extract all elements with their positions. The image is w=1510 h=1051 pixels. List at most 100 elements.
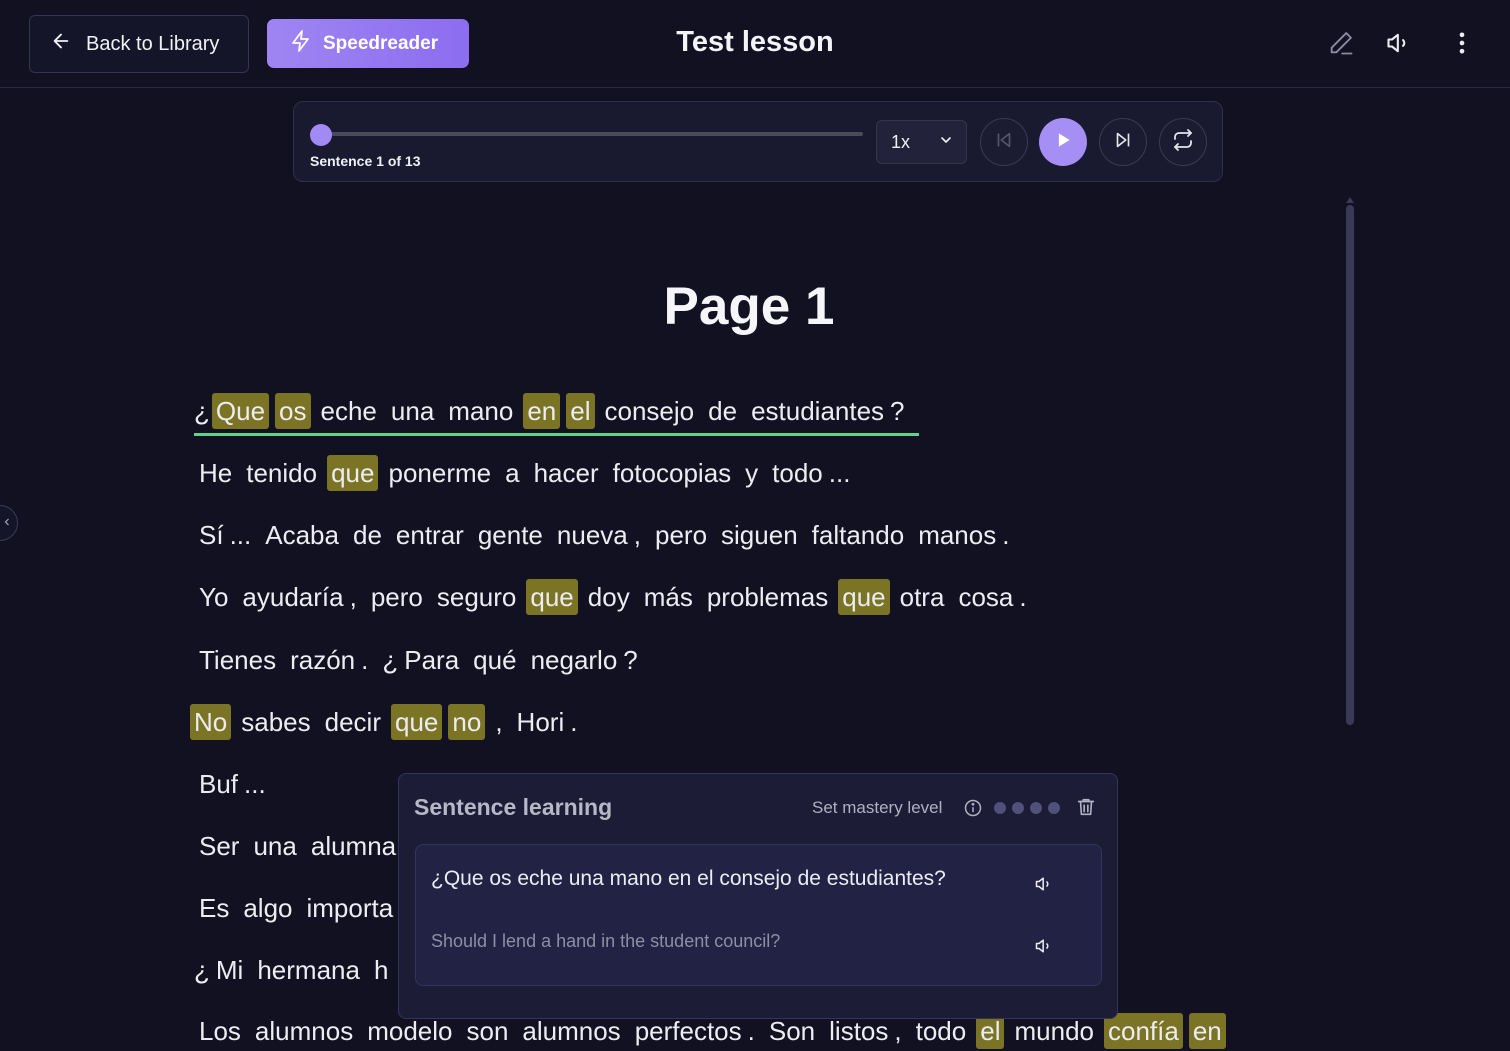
word[interactable]: todo (772, 455, 823, 491)
word[interactable]: mano (448, 393, 513, 429)
repeat-button[interactable] (1159, 118, 1207, 166)
playback-speed-select[interactable]: 1x (876, 120, 967, 164)
word[interactable]: Ser (199, 828, 239, 864)
highlighted-word[interactable]: No (190, 704, 232, 740)
word[interactable]: nueva (557, 517, 628, 553)
mastery-dot[interactable] (1012, 802, 1024, 814)
word[interactable]: seguro (437, 579, 517, 615)
word[interactable]: problemas (707, 579, 828, 615)
sidebar-toggle-button[interactable] (0, 505, 18, 541)
trash-icon[interactable] (1075, 796, 1097, 823)
info-icon[interactable] (963, 798, 983, 823)
word[interactable]: qué (473, 642, 516, 678)
word[interactable]: Para (404, 642, 459, 678)
word[interactable]: Sí (199, 517, 224, 553)
mastery-dot[interactable] (1048, 802, 1060, 814)
word[interactable]: estudiantes (751, 393, 884, 429)
word[interactable]: más (644, 579, 693, 615)
word[interactable]: h (374, 952, 388, 988)
word[interactable]: ... (230, 517, 252, 553)
word[interactable]: ? (623, 642, 637, 678)
word[interactable]: importa (307, 890, 394, 926)
word[interactable]: Mi (216, 952, 243, 988)
scrollbar-thumb[interactable] (1346, 205, 1354, 725)
word[interactable]: alumnos (255, 1013, 353, 1049)
word[interactable]: Buf (199, 766, 238, 802)
word[interactable]: manos (918, 517, 996, 553)
word[interactable]: hermana (257, 952, 360, 988)
word[interactable]: . (570, 704, 577, 740)
speaker-icon[interactable] (1034, 936, 1056, 958)
highlighted-word[interactable]: os (275, 393, 311, 429)
word[interactable]: ponerme (388, 455, 491, 491)
word[interactable]: decir (325, 704, 381, 740)
word[interactable]: ¿ (194, 952, 210, 988)
word[interactable]: Es (199, 890, 229, 926)
highlighted-word[interactable]: que (327, 455, 379, 491)
progress-slider-handle[interactable] (310, 124, 332, 146)
word[interactable]: fotocopias (613, 455, 732, 491)
word[interactable]: Tienes (199, 642, 276, 678)
word[interactable]: pero (655, 517, 707, 553)
word[interactable]: gente (478, 517, 543, 553)
highlighted-word[interactable]: en (523, 393, 561, 429)
word[interactable]: faltando (812, 517, 905, 553)
word[interactable]: ¿ (382, 642, 398, 678)
word[interactable]: , (634, 517, 641, 553)
highlighted-word[interactable]: que (838, 579, 890, 615)
word[interactable]: una (253, 828, 296, 864)
word[interactable]: siguen (721, 517, 798, 553)
word[interactable]: pero (371, 579, 423, 615)
next-sentence-button[interactable] (1099, 118, 1147, 166)
highlighted-word[interactable]: el (566, 393, 595, 429)
highlighted-word[interactable]: confía (1103, 1013, 1183, 1049)
previous-sentence-button[interactable] (980, 118, 1028, 166)
word[interactable]: entrar (396, 517, 464, 553)
highlighted-word[interactable]: Que (211, 393, 270, 429)
word[interactable]: ? (890, 393, 904, 429)
word[interactable]: algo (243, 890, 292, 926)
word[interactable]: consejo (605, 393, 695, 429)
word[interactable]: He (199, 455, 232, 491)
progress-track[interactable] (321, 132, 863, 136)
word[interactable]: Los (199, 1013, 241, 1049)
more-vertical-icon[interactable] (1447, 28, 1477, 58)
word[interactable]: Hori (517, 704, 565, 740)
word[interactable]: sabes (241, 704, 310, 740)
word[interactable]: cosa (958, 579, 1013, 615)
word[interactable]: alumna (311, 828, 396, 864)
word[interactable]: y (745, 455, 758, 491)
word[interactable]: hacer (534, 455, 599, 491)
word[interactable]: otra (900, 579, 945, 615)
word[interactable]: tenido (246, 455, 317, 491)
word[interactable]: eche (321, 393, 377, 429)
word[interactable]: una (391, 393, 434, 429)
mastery-dot[interactable] (994, 802, 1006, 814)
word[interactable]: ... (244, 766, 266, 802)
highlighted-word[interactable]: que (526, 579, 578, 615)
word[interactable]: , (350, 579, 357, 615)
play-button[interactable] (1039, 118, 1087, 166)
word[interactable]: a (505, 455, 519, 491)
volume-icon[interactable] (1384, 28, 1414, 58)
word[interactable]: de (708, 393, 737, 429)
word[interactable]: ... (829, 455, 851, 491)
word[interactable]: ayudaría (242, 579, 343, 615)
word[interactable]: Acaba (265, 517, 339, 553)
edit-pencil-icon[interactable] (1326, 28, 1356, 58)
word[interactable]: de (353, 517, 382, 553)
word[interactable]: . (361, 642, 368, 678)
word[interactable]: negarlo (531, 642, 618, 678)
word[interactable]: ¿ (194, 393, 210, 429)
scroll-up-arrow[interactable] (1346, 197, 1354, 203)
word[interactable]: . (1019, 579, 1026, 615)
highlighted-word[interactable]: no (448, 704, 486, 740)
word[interactable]: Yo (199, 579, 228, 615)
highlighted-word[interactable]: en (1188, 1013, 1226, 1049)
word[interactable]: , (495, 704, 502, 740)
word[interactable]: doy (588, 579, 630, 615)
word[interactable]: . (1002, 517, 1009, 553)
mastery-level-selector[interactable] (994, 802, 1060, 814)
word[interactable]: razón (290, 642, 355, 678)
mastery-dot[interactable] (1030, 802, 1042, 814)
